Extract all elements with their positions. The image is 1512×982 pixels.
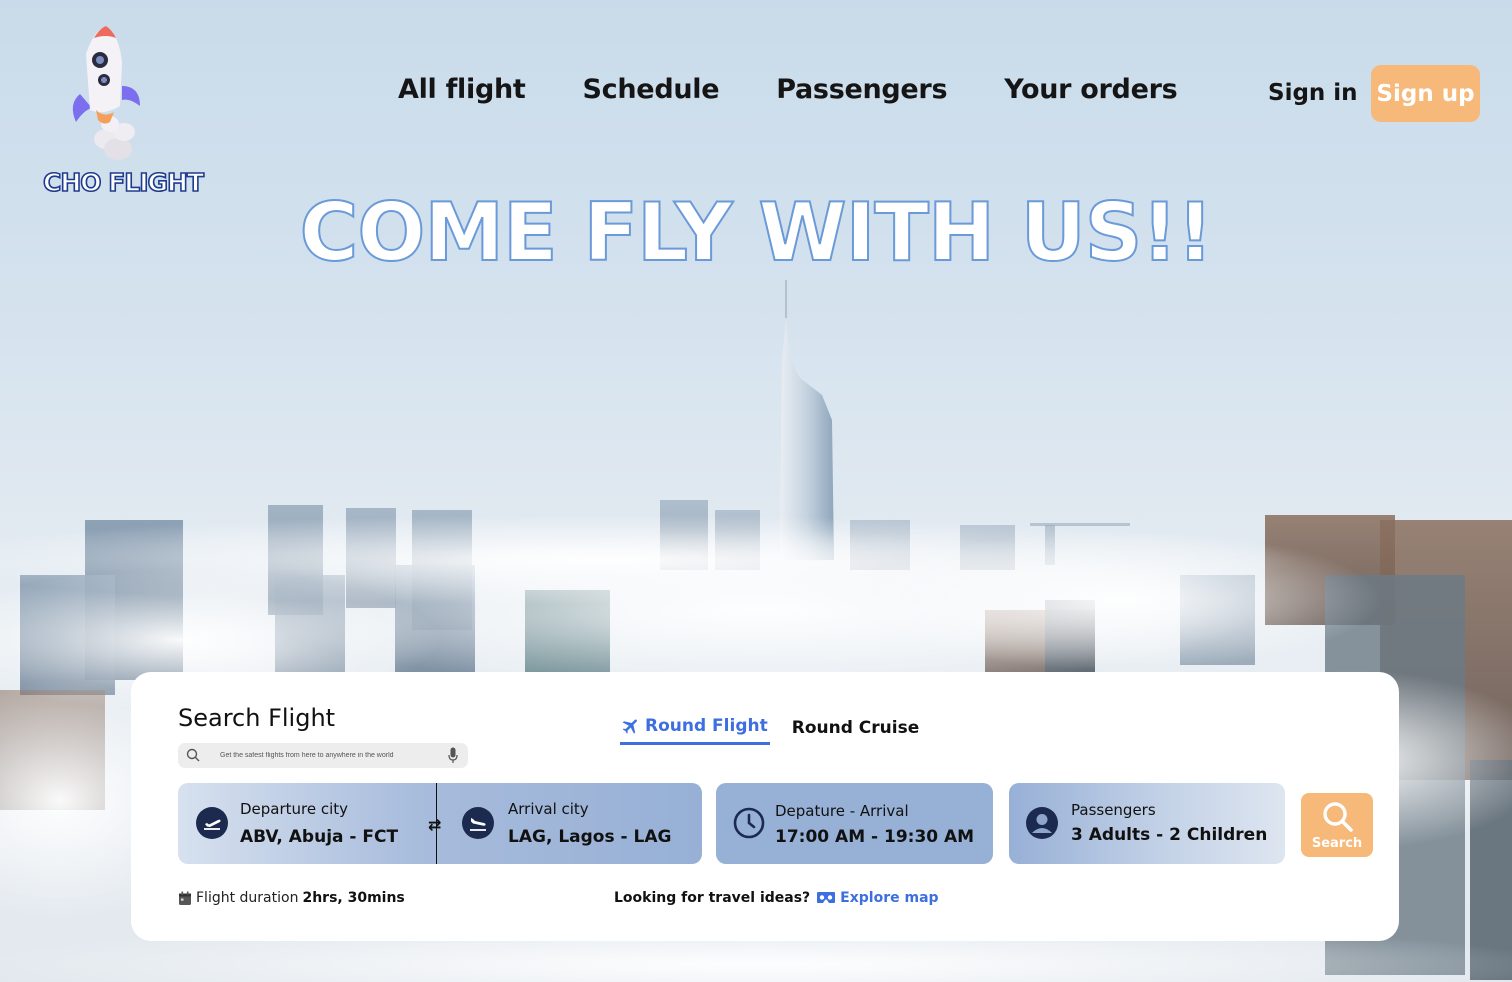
explore-map-link[interactable]: Explore map <box>816 890 939 906</box>
plane-takeoff-icon <box>196 807 228 839</box>
tab-round-cruise[interactable]: Round Cruise <box>792 716 920 745</box>
passengers-label: Passengers <box>1071 801 1156 819</box>
arrival-city-label: Arrival city <box>508 800 589 818</box>
vr-headset-icon <box>817 892 836 903</box>
nav-all-flight[interactable]: All flight <box>398 74 526 105</box>
nav-passengers[interactable]: Passengers <box>776 74 947 105</box>
departure-city-value: ABV, Abuja - FCT <box>240 827 399 847</box>
main-nav: All flight Schedule Passengers Your orde… <box>398 74 1178 105</box>
hero-title: COME FLY WITH US!! <box>299 185 1215 280</box>
search-flight-title: Search Flight <box>178 704 336 732</box>
sign-in-link[interactable]: Sign in <box>1268 80 1358 106</box>
brand-logo[interactable]: CHO FLIGHT <box>38 24 208 204</box>
passengers-field[interactable]: Passengers 3 Adults - 2 Children <box>1009 783 1285 864</box>
tab-round-flight-label: Round Flight <box>645 716 768 736</box>
plane-icon <box>622 719 637 734</box>
nav-schedule[interactable]: Schedule <box>583 74 720 105</box>
departure-city-label: Departure city <box>240 800 349 818</box>
tab-round-flight[interactable]: Round Flight <box>620 716 770 745</box>
search-icon <box>186 748 200 762</box>
search-button-label: Search <box>1311 836 1363 851</box>
flight-duration-value: 2hrs, 30mins <box>302 890 405 906</box>
travel-ideas-text: Looking for travel ideas? <box>614 890 811 906</box>
clock-icon <box>733 807 765 839</box>
tab-round-cruise-label: Round Cruise <box>791 717 920 738</box>
search-bar <box>178 743 468 768</box>
calendar-icon <box>179 891 191 905</box>
search-icon <box>1323 802 1353 832</box>
user-icon <box>1026 807 1058 839</box>
arrival-city-value: LAG, Lagos - LAG <box>508 827 672 847</box>
time-value: 17:00 AM - 19:30 AM <box>775 827 975 847</box>
departure-arrival-time-field[interactable]: Depature - Arrival 17:00 AM - 19:30 AM <box>716 783 993 864</box>
plane-landing-icon <box>462 807 494 839</box>
search-button[interactable]: Search <box>1301 793 1373 857</box>
route-field: Departure city ABV, Abuja - FCT ⇄ Arriva… <box>178 783 702 864</box>
time-label: Depature - Arrival <box>775 802 909 820</box>
search-flight-card: Search Flight Round Flight Round Cruise <box>131 672 1399 941</box>
microphone-icon[interactable] <box>448 747 458 764</box>
trip-type-tabs: Round Flight Round Cruise <box>620 716 919 745</box>
sign-up-button[interactable]: Sign up <box>1371 65 1480 122</box>
travel-ideas: Looking for travel ideas? Explore map <box>614 890 939 906</box>
passengers-value: 3 Adults - 2 Children <box>1071 825 1268 845</box>
rocket-icon <box>72 26 140 160</box>
swap-icon[interactable]: ⇄ <box>428 815 441 835</box>
flight-duration-label: Flight duration <box>196 890 299 906</box>
search-input[interactable] <box>220 743 442 768</box>
nav-your-orders[interactable]: Your orders <box>1004 74 1177 105</box>
flight-duration: Flight duration 2hrs, 30mins <box>178 890 405 906</box>
explore-map-label: Explore map <box>840 890 939 906</box>
